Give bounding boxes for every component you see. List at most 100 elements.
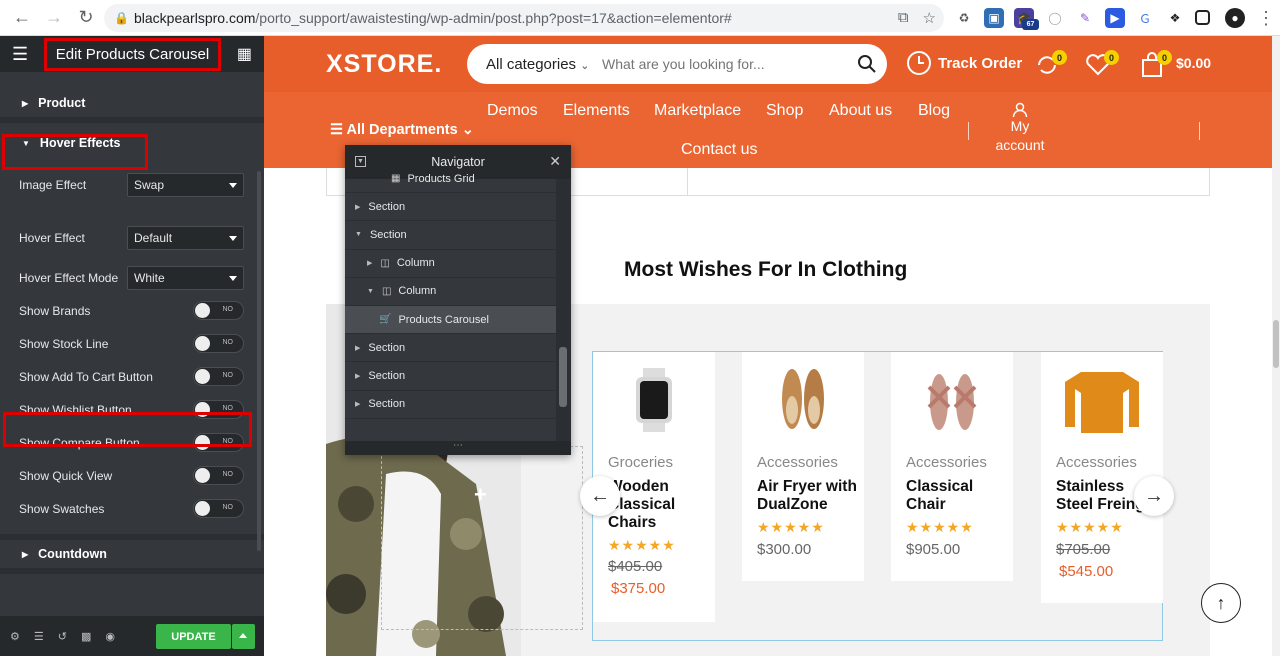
navigator-item[interactable]: ▶ ◫ Column (345, 250, 556, 278)
navigator-scrollbar[interactable] (556, 179, 571, 441)
product-card[interactable]: Accessories Classical Chair ★★★★★ $905.0… (891, 352, 1013, 581)
product-category: Groceries (608, 454, 674, 471)
search-icon[interactable] (857, 54, 877, 74)
toggle-row-brands: Show Brands NO (0, 294, 264, 327)
video-extension-icon[interactable]: ▶ (1105, 8, 1125, 28)
address-bar[interactable]: 🔒 blackpearlspro.com /porto_support/awai… (104, 4, 944, 32)
update-button[interactable]: UPDATE (156, 624, 231, 649)
caret-right-icon[interactable]: ▶ (355, 372, 360, 380)
image-effect-select[interactable]: Swap (127, 172, 244, 197)
add-element-plus-icon[interactable]: + (474, 482, 487, 508)
bookmark-star-icon[interactable]: ☆ (923, 9, 936, 27)
site-logo[interactable]: XSTORE. (326, 50, 442, 79)
menu-item-marketplace[interactable]: Marketplace (654, 102, 741, 120)
select-value: Swap (134, 177, 165, 192)
navigator-item-label: Column (396, 257, 435, 270)
navigator-item[interactable]: ▶Section (345, 391, 556, 419)
show-swatches-toggle[interactable]: NO (193, 499, 244, 518)
caret-right-icon[interactable]: ▶ (355, 344, 360, 352)
hamburger-menu-icon[interactable]: ☰ (12, 44, 28, 65)
settings-gear-icon[interactable]: ⚙ (10, 630, 20, 643)
product-name[interactable]: Air Fryer with DualZone (757, 478, 865, 514)
navigator-item[interactable]: 🛒 Products Carousel (345, 305, 556, 335)
all-departments-menu[interactable]: ☰ All Departments ⌄ (330, 122, 474, 138)
show-brands-toggle[interactable]: NO (193, 301, 244, 320)
section-product[interactable]: ▶ Product (0, 89, 264, 123)
chevron-down-icon (229, 182, 237, 188)
show-stock-line-toggle[interactable]: NO (193, 334, 244, 353)
profile-avatar-icon[interactable]: ● (1225, 8, 1245, 28)
menu-item-elements[interactable]: Elements (563, 102, 630, 120)
section-product-label: Product (38, 96, 86, 110)
product-name[interactable]: Wooden Classical Chairs (608, 478, 716, 532)
product-name[interactable]: Classical Chair (906, 478, 1014, 514)
page-scrollbar[interactable] (1272, 36, 1280, 656)
category-select[interactable]: All categories ⌄ (467, 56, 602, 73)
caret-right-icon: ▶ (22, 98, 29, 108)
carousel-next-arrow-icon[interactable]: → (1134, 476, 1174, 516)
product-card[interactable]: Accessories Air Fryer with DualZone ★★★★… (742, 352, 864, 581)
track-order-link[interactable]: Track Order (906, 50, 1022, 76)
back-arrow-icon[interactable]: ← (6, 2, 38, 34)
globe-extension-icon[interactable]: ◯ (1045, 8, 1065, 28)
navigator-item[interactable]: ▼ ◫ Column (345, 278, 556, 306)
select-value: Default (134, 230, 173, 245)
carousel-prev-arrow-icon[interactable]: ← (580, 476, 620, 516)
widgets-grid-icon[interactable]: ▦ (237, 44, 252, 64)
forward-arrow-icon[interactable]: → (38, 2, 70, 34)
history-icon[interactable]: ↺ (58, 630, 67, 643)
control-label: Hover Effect (19, 230, 85, 245)
hover-effect-select[interactable]: Default (127, 225, 244, 250)
browser-menu-icon[interactable]: ⋮ (1250, 2, 1280, 34)
share-icon[interactable]: ⧉ (898, 9, 909, 27)
navigator-item[interactable]: ▶Section (345, 193, 556, 222)
navigator-item[interactable]: ▶Section (345, 362, 556, 391)
navigator-item-label: Section (368, 426, 405, 427)
menu-item-about[interactable]: About us (829, 102, 892, 120)
caret-down-icon[interactable]: ▼ (367, 288, 374, 295)
preview-eye-icon[interactable]: ◉ (105, 630, 115, 643)
caret-right-icon[interactable]: ▶ (355, 203, 360, 211)
cart-total[interactable]: $0.00 (1176, 55, 1211, 71)
responsive-icon[interactable]: ▩ (81, 630, 91, 643)
column-icon: ◫ (381, 285, 392, 297)
toggle-row-swatches: Show Swatches NO (0, 492, 264, 525)
translate-extension-icon[interactable]: Ｇ (1135, 8, 1155, 28)
account-label-line1: My (1010, 118, 1030, 134)
recycle-extension-icon[interactable]: ♻ (954, 8, 974, 28)
layers-icon[interactable]: ☰ (34, 630, 44, 643)
navigator-item[interactable]: ▦ Products Grid (345, 165, 556, 194)
panel-scrollbar[interactable] (257, 171, 261, 551)
sidepanel-icon[interactable] (1195, 10, 1210, 25)
my-account-link[interactable]: My account (994, 102, 1046, 155)
extension-badge: 67 (1022, 19, 1039, 30)
caret-right-icon[interactable]: ▶ (367, 259, 372, 267)
navigator-item[interactable]: ▶Section (345, 334, 556, 363)
caret-down-icon[interactable]: ▼ (355, 231, 362, 238)
section-countdown[interactable]: ▶ Countdown (0, 540, 264, 574)
product-old-price: $705.00 (1056, 541, 1111, 558)
wishlist-count-badge: 0 (1104, 50, 1119, 65)
search-input[interactable] (602, 56, 842, 72)
caret-right-icon[interactable]: ▶ (355, 400, 360, 408)
hover-effect-mode-select[interactable]: White (127, 265, 244, 290)
resize-handle-icon[interactable]: ⋯ (345, 441, 571, 455)
control-label: Image Effect (19, 177, 87, 192)
menu-item-demos[interactable]: Demos (487, 102, 538, 120)
navigator-item[interactable]: ▼ Section (345, 221, 556, 250)
caret-right-icon: ▶ (22, 549, 29, 559)
menu-item-shop[interactable]: Shop (766, 102, 803, 120)
reload-icon[interactable]: ↻ (70, 2, 102, 34)
back-to-top-arrow-icon[interactable]: ↑ (1201, 583, 1241, 623)
navigator-item[interactable]: ▶Section (345, 419, 556, 427)
menu-item-blog[interactable]: Blog (918, 102, 950, 120)
update-options-button[interactable] (232, 624, 255, 649)
show-add-to-cart-toggle[interactable]: NO (193, 367, 244, 386)
show-quick-view-toggle[interactable]: NO (193, 466, 244, 485)
section-heading: Most Wishes For In Clothing (624, 258, 908, 281)
product-old-price: $405.00 (608, 558, 663, 575)
menu-item-contact[interactable]: Contact us (681, 141, 757, 159)
pen-extension-icon[interactable]: ✎ (1075, 8, 1095, 28)
screen-extension-icon[interactable]: ▣ (984, 8, 1004, 28)
puzzle-extension-icon[interactable]: ❖ (1165, 8, 1185, 28)
